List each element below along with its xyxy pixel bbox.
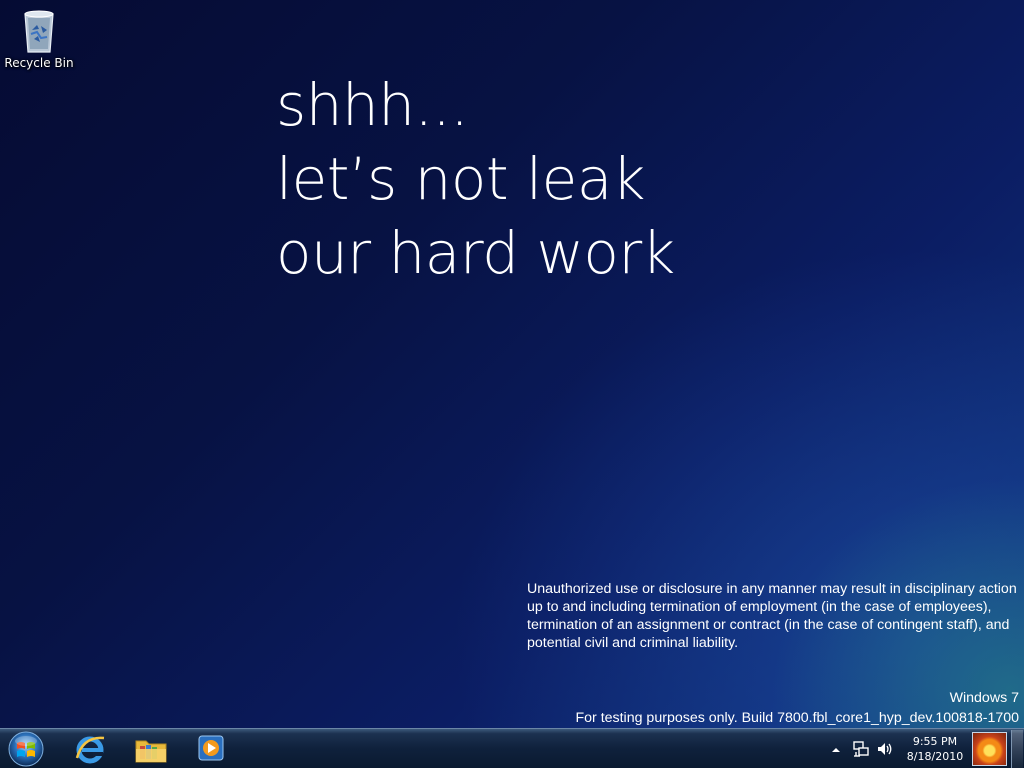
clock-date: 8/18/2010 <box>906 750 964 763</box>
volume-icon <box>878 743 892 755</box>
windows-start-orb-icon <box>8 731 44 767</box>
taskbar: 9:55 PM 8/18/2010 <box>0 728 1024 768</box>
headline: shhh... let’s not leak our hard work <box>276 68 675 290</box>
internet-explorer-icon <box>75 736 105 764</box>
desktop-icon-recycle-bin[interactable]: Recycle Bin <box>4 6 74 70</box>
tray-clock[interactable]: 9:55 PM 8/18/2010 <box>902 734 968 764</box>
start-button[interactable] <box>6 730 46 768</box>
taskbar-internet-explorer-button[interactable] <box>62 731 118 766</box>
show-hidden-icons-button[interactable] <box>831 742 841 760</box>
taskbar-windows-explorer-button[interactable] <box>123 731 179 766</box>
desktop: Recycle Bin shhh... let’s not leak our h… <box>0 0 1024 768</box>
network-icon <box>853 741 869 757</box>
headline-line-3: our hard work <box>276 219 675 287</box>
recycle-bin-icon <box>24 10 54 53</box>
desktop-icon-label: Recycle Bin <box>4 56 74 70</box>
show-hidden-icons-arrow-icon <box>832 748 840 752</box>
folder-library-icon <box>135 740 167 763</box>
media-player-icon <box>198 735 224 761</box>
taskbar-media-player-button[interactable] <box>183 731 239 766</box>
user-picture-tile[interactable] <box>972 732 1007 766</box>
watermark-build: For testing purposes only. Build 7800.fb… <box>575 710 1019 726</box>
network-tray-button[interactable] <box>852 740 870 763</box>
watermark-product: Windows 7 <box>949 690 1019 706</box>
clock-time: 9:55 PM <box>912 735 958 748</box>
headline-line-1: shhh... <box>276 71 469 139</box>
build-watermark: Windows 7 For testing purposes only. Bui… <box>575 688 1019 728</box>
volume-tray-button[interactable] <box>876 740 894 763</box>
legal-notice: Unauthorized use or disclosure in any ma… <box>527 581 1017 651</box>
headline-line-2: let’s not leak <box>276 145 645 213</box>
show-desktop-button[interactable] <box>1011 730 1023 768</box>
